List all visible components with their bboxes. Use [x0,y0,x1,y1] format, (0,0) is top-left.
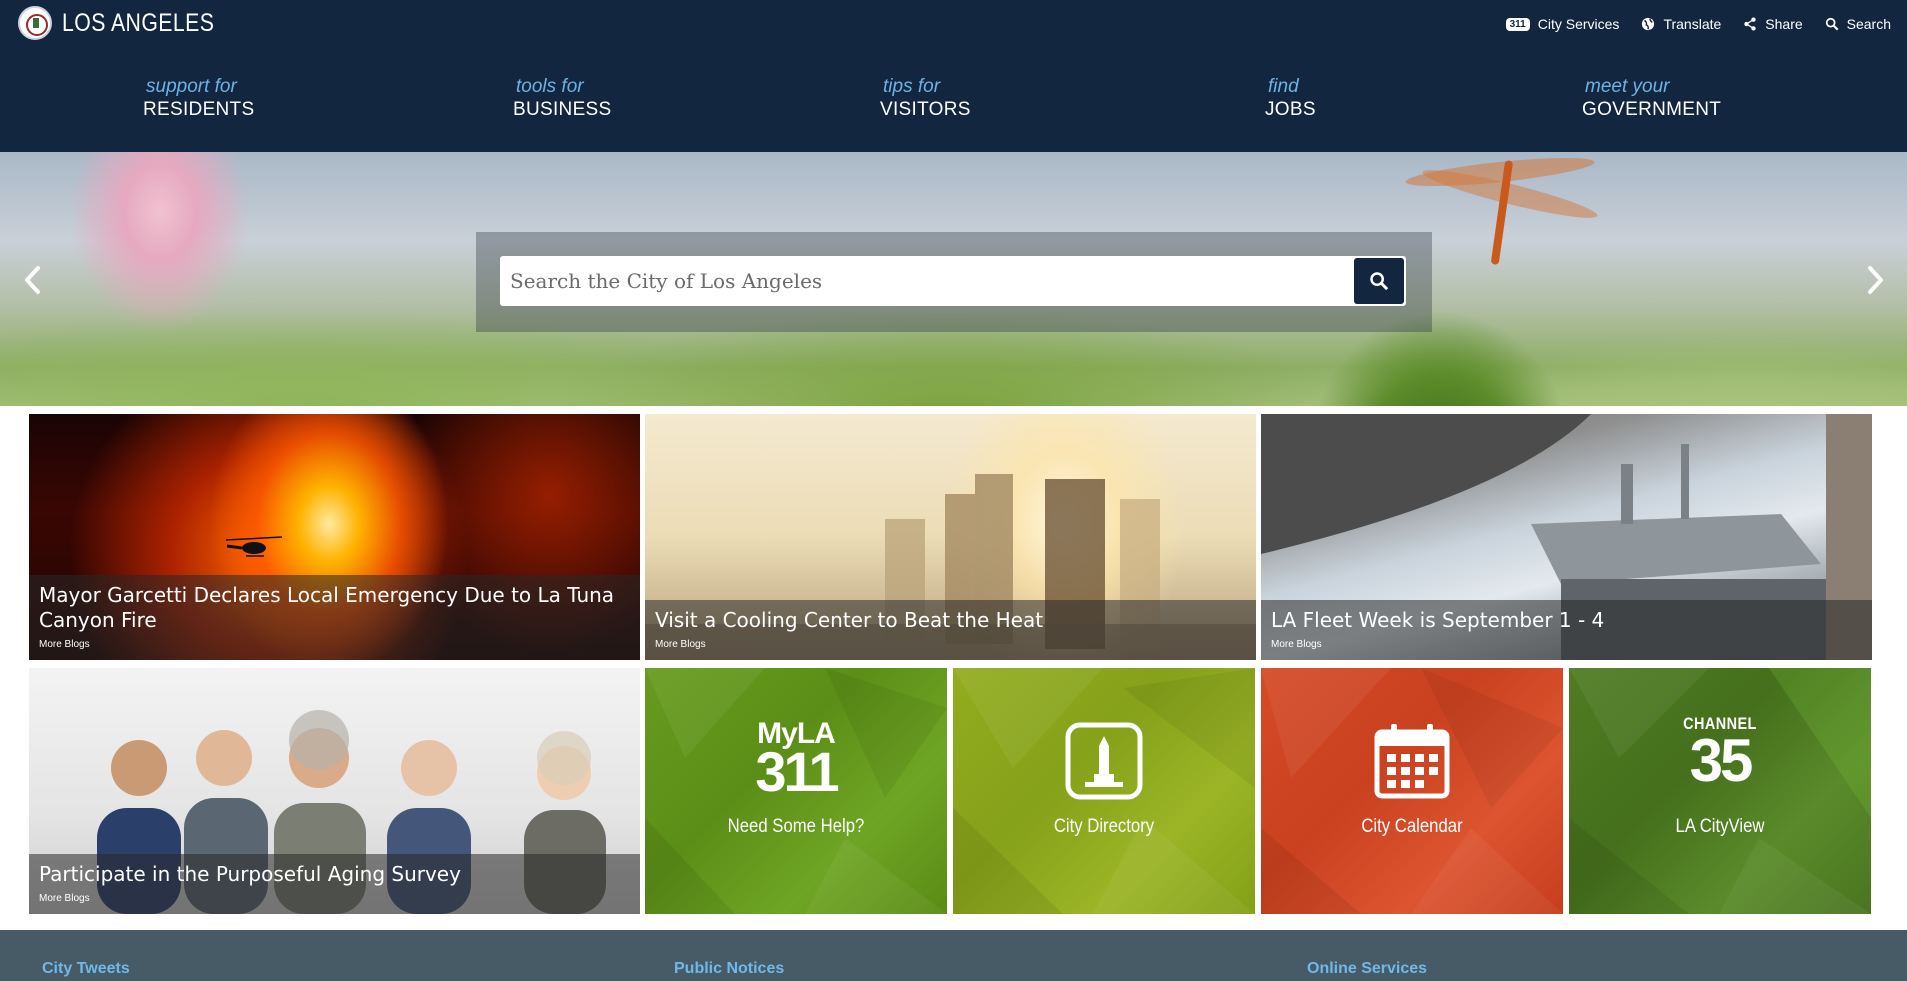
city-services-label: City Services [1537,16,1620,32]
nav-visitors[interactable]: tips for VISITORS [880,76,971,121]
blog-tile-fire[interactable]: Mayor Garcetti Declares Local Emergency … [29,414,640,660]
nav-sub-label: support for [146,76,237,97]
nav-residents[interactable]: support for RESIDENTS [143,76,254,121]
nav-main-label: BUSINESS [513,99,612,120]
nav-sub-label: find [1268,76,1299,97]
share-label: Share [1765,16,1803,32]
tile-caption: Participate in the Purposeful Aging Surv… [29,854,640,914]
search-icon [1370,272,1389,291]
site-header: LOS ANGELES 311 City Services Translate … [0,0,1907,152]
search-submit-button[interactable] [1354,258,1404,304]
channel35-logo: CHANNEL 35 [1569,714,1871,795]
more-blogs-link[interactable]: More Blogs [39,639,630,650]
site-title: LOS ANGELES [62,8,215,37]
share-icon [1744,17,1756,31]
calendar-icon [1374,724,1450,799]
311-logo-text: 311 [755,740,839,803]
city-seal-icon [18,6,52,40]
helicopter-image [225,536,283,557]
nav-government[interactable]: meet your GOVERNMENT [1582,76,1721,121]
myla311-logo: MyLA 311 [645,719,947,803]
blog-title: Participate in the Purposeful Aging Surv… [39,862,461,887]
city-hall-icon [1065,722,1143,800]
blog-title: Visit a Cooling Center to Beat the Heat [655,608,1044,633]
footer-heading-city-tweets[interactable]: City Tweets [42,960,130,978]
nav-sub-label: meet your [1585,76,1670,97]
utility-nav: 311 City Services Translate Share Search [1505,16,1891,32]
more-blogs-link[interactable]: More Blogs [655,639,1246,650]
service-tile-label: LA CityView [1675,816,1765,837]
footer-heading-public-notices[interactable]: Public Notices [674,960,784,978]
service-tile-city-directory[interactable]: City Directory [953,668,1255,914]
hero-search-box [500,256,1406,306]
tile-caption: Mayor Garcetti Declares Local Emergency … [29,574,640,660]
blog-tile-cooling[interactable]: Visit a Cooling Center to Beat the Heat … [645,414,1256,660]
nav-main-label: RESIDENTS [143,99,255,120]
nav-sub-label: tips for [883,76,941,97]
footer-heading-online-services[interactable]: Online Services [1307,960,1427,978]
more-blogs-link[interactable]: More Blogs [39,893,630,904]
badge-311-icon: 311 [1505,17,1530,31]
nav-sub-label: tools for [516,76,584,97]
site-logo[interactable]: LOS ANGELES [18,6,241,40]
main-nav: support for RESIDENTS tools for BUSINESS… [0,76,1907,126]
translate-link[interactable]: Translate [1641,16,1721,32]
service-tile-label: Need Some Help? [727,816,865,837]
tile-caption: Visit a Cooling Center to Beat the Heat … [645,600,1256,660]
tile-caption: LA Fleet Week is September 1 - 4 More Bl… [1261,600,1872,660]
city-services-link[interactable]: 311 City Services [1505,16,1620,32]
nav-jobs[interactable]: find JOBS [1265,76,1316,121]
nav-business[interactable]: tools for BUSINESS [513,76,612,121]
search-label: Search [1846,16,1891,32]
service-tile-label: City Calendar [1361,816,1463,837]
blog-title: Mayor Garcetti Declares Local Emergency … [39,582,615,633]
share-link[interactable]: Share [1743,16,1803,32]
hero-banner [0,152,1907,406]
35-logo-text: 35 [1689,727,1754,795]
translate-label: Translate [1663,16,1722,32]
site-search-input[interactable] [500,256,1350,306]
nav-main-label: JOBS [1265,99,1316,120]
nav-main-label: VISITORS [880,99,971,120]
hero-search-panel [476,232,1432,332]
search-icon [1825,17,1839,31]
channel-logo-text: CHANNEL [1683,714,1757,733]
search-link[interactable]: Search [1825,16,1891,32]
globe-icon [1642,17,1655,31]
more-blogs-link[interactable]: More Blogs [1271,639,1862,650]
carousel-prev-icon[interactable] [22,265,44,295]
blog-tile-aging-survey[interactable]: Participate in the Purposeful Aging Surv… [29,668,640,914]
blog-tile-fleet-week[interactable]: LA Fleet Week is September 1 - 4 More Bl… [1261,414,1872,660]
service-tile-myla311[interactable]: MyLA 311 Need Some Help? [645,668,947,914]
carousel-next-icon[interactable] [1864,265,1886,295]
service-tile-city-calendar[interactable]: City Calendar [1261,668,1563,914]
service-tile-la-cityview[interactable]: CHANNEL 35 LA CityView [1569,668,1871,914]
nav-main-label: GOVERNMENT [1582,99,1722,120]
blog-title: LA Fleet Week is September 1 - 4 [1271,608,1605,633]
site-footer: City Tweets Public Notices Online Servic… [0,930,1907,981]
service-tile-label: City Directory [1053,816,1155,837]
